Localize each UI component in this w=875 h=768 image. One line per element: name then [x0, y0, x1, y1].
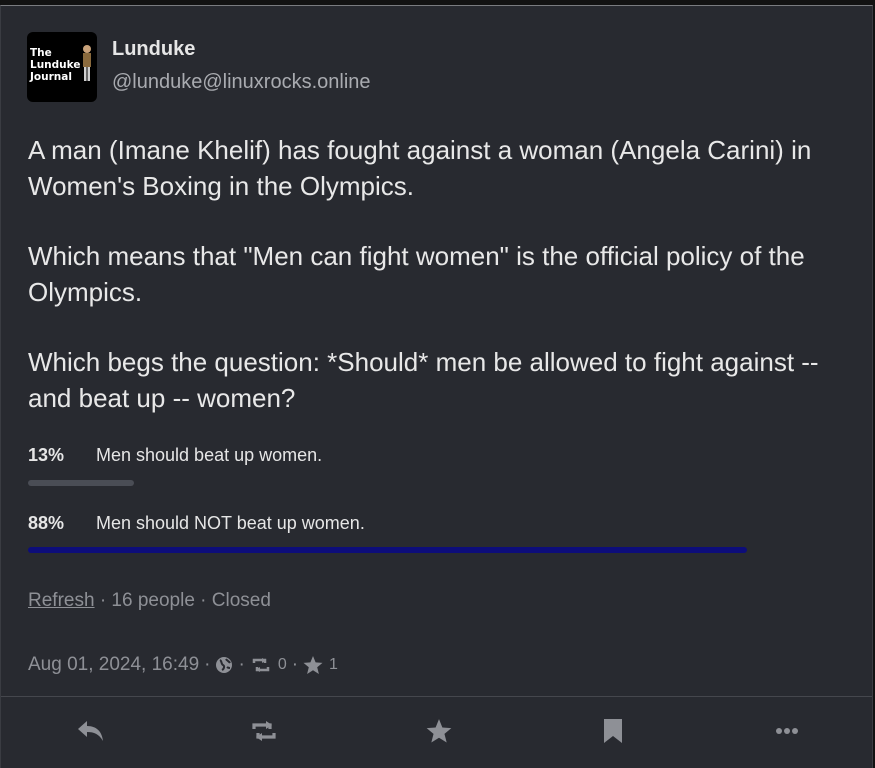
action-bar: [1, 711, 872, 759]
favourite-count: 1: [329, 656, 338, 673]
separator: ·: [291, 654, 299, 675]
bookmark-icon: [604, 719, 622, 743]
reply-button[interactable]: [71, 711, 111, 751]
poll-bar-track: [28, 547, 747, 553]
globe-icon: [215, 656, 233, 674]
bookmark-button[interactable]: [593, 711, 633, 751]
boost-button[interactable]: [244, 711, 284, 751]
separator: ·: [99, 590, 112, 611]
poll-voter-count: 16 people: [111, 590, 195, 611]
status-content: A man (Imane Khelif) has fought against …: [28, 132, 848, 450]
display-name[interactable]: Lunduke: [112, 38, 195, 61]
poll-option-text: Men should beat up women.: [96, 445, 323, 465]
poll-option-bar: [28, 480, 134, 486]
boost-icon: [250, 656, 272, 674]
poll-bar-track: [28, 480, 747, 486]
poll-status: Closed: [211, 590, 271, 611]
boost-icon: [252, 721, 276, 741]
divider: [1, 696, 872, 697]
avatar-logo-text: The Lunduke Journal: [30, 47, 81, 83]
content-paragraph: A man (Imane Khelif) has fought against …: [28, 135, 812, 201]
poll-footer: Refresh · 16 people · Closed: [28, 590, 271, 612]
status-meta: Aug 01, 2024, 16:49 · · 0 · 1: [28, 654, 338, 676]
star-icon: [426, 718, 452, 743]
boost-count: 0: [277, 656, 287, 673]
poll-refresh-link[interactable]: Refresh: [28, 590, 95, 611]
ellipsis-icon: [776, 728, 798, 734]
star-icon: [303, 655, 323, 675]
poll-option-percent: 88%: [28, 513, 65, 533]
status-card: The Lunduke Journal Lunduke @lunduke@linux…: [0, 5, 873, 768]
account-handle[interactable]: @lunduke@linuxrocks.online: [112, 71, 371, 94]
avatar-figure-icon: [83, 45, 91, 81]
separator: ·: [238, 654, 245, 675]
reply-icon: [78, 721, 103, 741]
poll-option-text: Men should NOT beat up women.: [96, 513, 365, 533]
content-paragraph: Which begs the question: *Should* men be…: [28, 347, 819, 413]
separator: ·: [204, 654, 211, 675]
avatar[interactable]: The Lunduke Journal: [27, 32, 97, 102]
separator: ·: [200, 590, 212, 611]
more-button[interactable]: [767, 711, 807, 751]
poll-option-bar: [28, 547, 747, 553]
content-paragraph: Which means that "Men can fight women" i…: [28, 241, 805, 307]
favourite-button[interactable]: [419, 711, 459, 751]
status-timestamp[interactable]: Aug 01, 2024, 16:49: [28, 654, 199, 676]
poll-option-percent: 13%: [28, 445, 65, 465]
